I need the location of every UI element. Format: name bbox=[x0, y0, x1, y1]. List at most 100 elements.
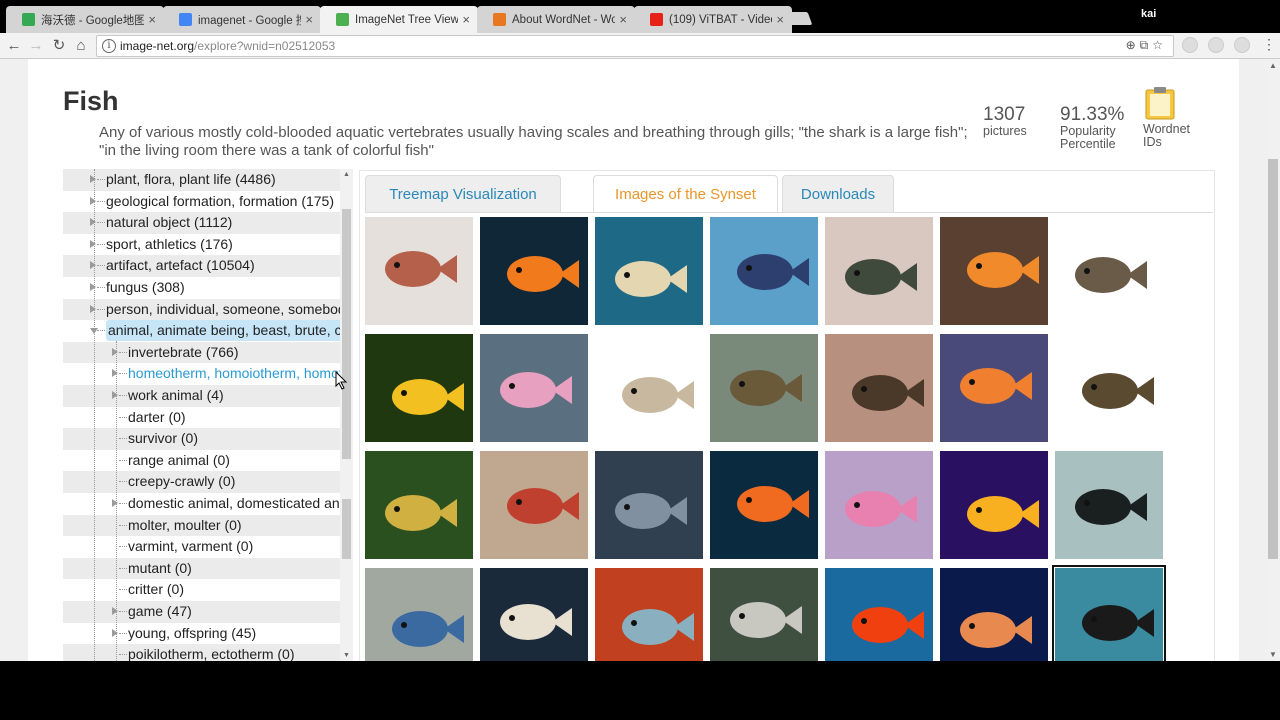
synset-image-thumbnail[interactable] bbox=[480, 334, 588, 442]
expand-triangle-icon[interactable] bbox=[90, 239, 96, 248]
tree-item[interactable]: creepy-crawly (0) bbox=[63, 471, 340, 493]
tree-item[interactable]: invertebrate (766) bbox=[63, 341, 340, 364]
synset-image-thumbnail[interactable] bbox=[825, 451, 933, 559]
tree-item[interactable]: poikilotherm, ectotherm (0) bbox=[63, 644, 340, 661]
tree-item-label[interactable]: plant, flora, plant life (4486) bbox=[106, 169, 276, 190]
tree-item-label[interactable]: animal, animate being, beast, brute, cre… bbox=[106, 320, 340, 342]
scroll-down-icon[interactable]: ▼ bbox=[343, 652, 350, 659]
tree-item-label[interactable]: varmint, varment (0) bbox=[128, 536, 253, 557]
expand-triangle-icon[interactable] bbox=[112, 607, 118, 615]
browser-tab[interactable]: About WordNet - WordNet× bbox=[477, 6, 635, 33]
tree-item-label[interactable]: darter (0) bbox=[128, 407, 186, 428]
synset-image-thumbnail[interactable] bbox=[365, 451, 473, 559]
tree-item-label[interactable]: game (47) bbox=[128, 601, 192, 622]
expand-triangle-icon[interactable] bbox=[112, 369, 118, 378]
synset-image-thumbnail[interactable] bbox=[825, 568, 933, 661]
info-icon[interactable]: i bbox=[102, 39, 116, 53]
tree-item-label[interactable]: domestic animal, domesticated animal bbox=[128, 493, 340, 514]
scroll-up-icon[interactable]: ▲ bbox=[1269, 61, 1277, 70]
tree-item-label[interactable]: fungus (308) bbox=[106, 277, 185, 298]
wordnet-ids-link[interactable]: Wordnet IDs bbox=[1143, 123, 1190, 149]
synset-image-thumbnail[interactable] bbox=[710, 568, 818, 661]
tree-item-label[interactable]: person, individual, someone, somebody bbox=[106, 299, 340, 320]
tree-scroll-thumb[interactable] bbox=[342, 209, 351, 459]
extension-icon[interactable] bbox=[1208, 37, 1224, 53]
tree-item-label[interactable]: molter, moulter (0) bbox=[128, 515, 242, 536]
synset-image-thumbnail[interactable] bbox=[365, 334, 473, 442]
tree-item[interactable]: animal, animate being, beast, brute, cre… bbox=[63, 320, 340, 342]
browser-tab[interactable]: 海沃德 - Google地图 × bbox=[6, 6, 164, 33]
browser-tab[interactable]: ImageNet Tree View × bbox=[320, 6, 478, 33]
wordnet-clipboard-icon[interactable] bbox=[1144, 86, 1176, 120]
synset-image-thumbnail[interactable] bbox=[480, 451, 588, 559]
synset-image-thumbnail[interactable] bbox=[825, 217, 933, 325]
tree-item-label[interactable]: artifact, artefact (10504) bbox=[106, 255, 255, 276]
close-tab-icon[interactable]: × bbox=[462, 12, 470, 27]
synset-image-thumbnail[interactable] bbox=[595, 451, 703, 559]
tree-item[interactable]: plant, flora, plant life (4486) bbox=[63, 169, 340, 191]
page-scroll-thumb[interactable] bbox=[1268, 159, 1278, 559]
tree-item-label[interactable]: range animal (0) bbox=[128, 450, 230, 471]
synset-image-thumbnail[interactable] bbox=[1055, 451, 1163, 559]
address-bar[interactable]: i image-net.org/explore?wnid=n02512053 ⊕… bbox=[96, 35, 1174, 57]
tree-item-label[interactable]: creepy-crawly (0) bbox=[128, 471, 235, 492]
new-tab-button[interactable] bbox=[783, 12, 813, 25]
extension-icon[interactable] bbox=[1182, 37, 1198, 53]
tree-item-label[interactable]: critter (0) bbox=[128, 579, 184, 600]
tree-item[interactable]: darter (0) bbox=[63, 407, 340, 429]
tree-item[interactable]: artifact, artefact (10504) bbox=[63, 255, 340, 277]
tree-scroll-thumb-lower[interactable] bbox=[342, 499, 351, 559]
tree-item-label[interactable]: work animal (4) bbox=[128, 385, 224, 406]
tree-item[interactable]: survivor (0) bbox=[63, 428, 340, 450]
close-tab-icon[interactable]: × bbox=[619, 12, 627, 27]
tree-item[interactable]: range animal (0) bbox=[63, 450, 340, 472]
synset-image-thumbnail[interactable] bbox=[365, 217, 473, 325]
tree-item-label[interactable]: young, offspring (45) bbox=[128, 623, 256, 644]
tree-item[interactable]: mutant (0) bbox=[63, 557, 340, 580]
synset-image-thumbnail[interactable] bbox=[710, 217, 818, 325]
profile-name[interactable]: kai bbox=[1141, 8, 1156, 20]
synset-image-thumbnail[interactable] bbox=[480, 568, 588, 661]
home-icon[interactable]: ⌂ bbox=[71, 36, 91, 56]
tree-item-label[interactable]: poikilotherm, ectotherm (0) bbox=[128, 644, 295, 661]
synset-image-thumbnail[interactable] bbox=[825, 334, 933, 442]
back-icon[interactable]: ← bbox=[4, 36, 24, 56]
page-scrollbar[interactable]: ▲ ▼ bbox=[1266, 59, 1280, 661]
synset-image-thumbnail[interactable] bbox=[710, 334, 818, 442]
panel-tab[interactable]: Downloads bbox=[782, 175, 894, 213]
expand-triangle-icon[interactable] bbox=[90, 175, 96, 183]
synset-image-thumbnail[interactable] bbox=[940, 334, 1048, 442]
close-tab-icon[interactable]: × bbox=[305, 12, 313, 27]
tree-item-label[interactable]: mutant (0) bbox=[128, 558, 192, 579]
synset-image-thumbnail[interactable] bbox=[480, 217, 588, 325]
close-tab-icon[interactable]: × bbox=[776, 12, 784, 27]
url-text[interactable]: image-net.org/explore?wnid=n02512053 bbox=[120, 39, 335, 53]
tree-item[interactable]: molter, moulter (0) bbox=[63, 514, 340, 537]
tree-item[interactable]: natural object (1112) bbox=[63, 212, 340, 234]
scroll-up-icon[interactable]: ▲ bbox=[343, 171, 350, 178]
browser-menu-icon[interactable]: ⋮ bbox=[1262, 36, 1276, 53]
synset-image-thumbnail[interactable] bbox=[595, 334, 703, 442]
expand-triangle-icon[interactable] bbox=[112, 499, 118, 507]
synset-image-thumbnail[interactable] bbox=[1052, 565, 1166, 661]
reload-icon[interactable]: ↻ bbox=[49, 36, 69, 56]
panel-tab[interactable]: Treemap Visualization bbox=[365, 175, 561, 213]
tree-item[interactable]: young, offspring (45) bbox=[63, 623, 340, 645]
expand-triangle-icon[interactable] bbox=[90, 261, 96, 270]
browser-tab[interactable]: imagenet - Google 搜索 × bbox=[163, 6, 321, 33]
tree-item-label[interactable]: homeotherm, homoiotherm, homotherm bbox=[128, 363, 340, 384]
tree-item[interactable]: homeotherm, homoiotherm, homotherm bbox=[63, 363, 340, 385]
synset-image-thumbnail[interactable] bbox=[595, 568, 703, 661]
expand-triangle-icon[interactable] bbox=[90, 283, 96, 291]
synset-image-thumbnail[interactable] bbox=[365, 568, 473, 661]
forward-icon[interactable]: → bbox=[26, 36, 46, 56]
tree-item[interactable]: work animal (4) bbox=[63, 385, 340, 407]
tree-item-label[interactable]: survivor (0) bbox=[128, 428, 198, 449]
tree-item-label[interactable]: geological formation, formation (175) bbox=[106, 191, 334, 212]
tree-item[interactable]: fungus (308) bbox=[63, 277, 340, 299]
expand-triangle-icon[interactable] bbox=[112, 347, 118, 356]
tree-item[interactable]: geological formation, formation (175) bbox=[63, 191, 340, 213]
synset-image-thumbnail[interactable] bbox=[1055, 334, 1163, 442]
panel-tab[interactable]: Images of the Synset bbox=[593, 175, 778, 213]
tree-item-label[interactable]: sport, athletics (176) bbox=[106, 234, 233, 255]
